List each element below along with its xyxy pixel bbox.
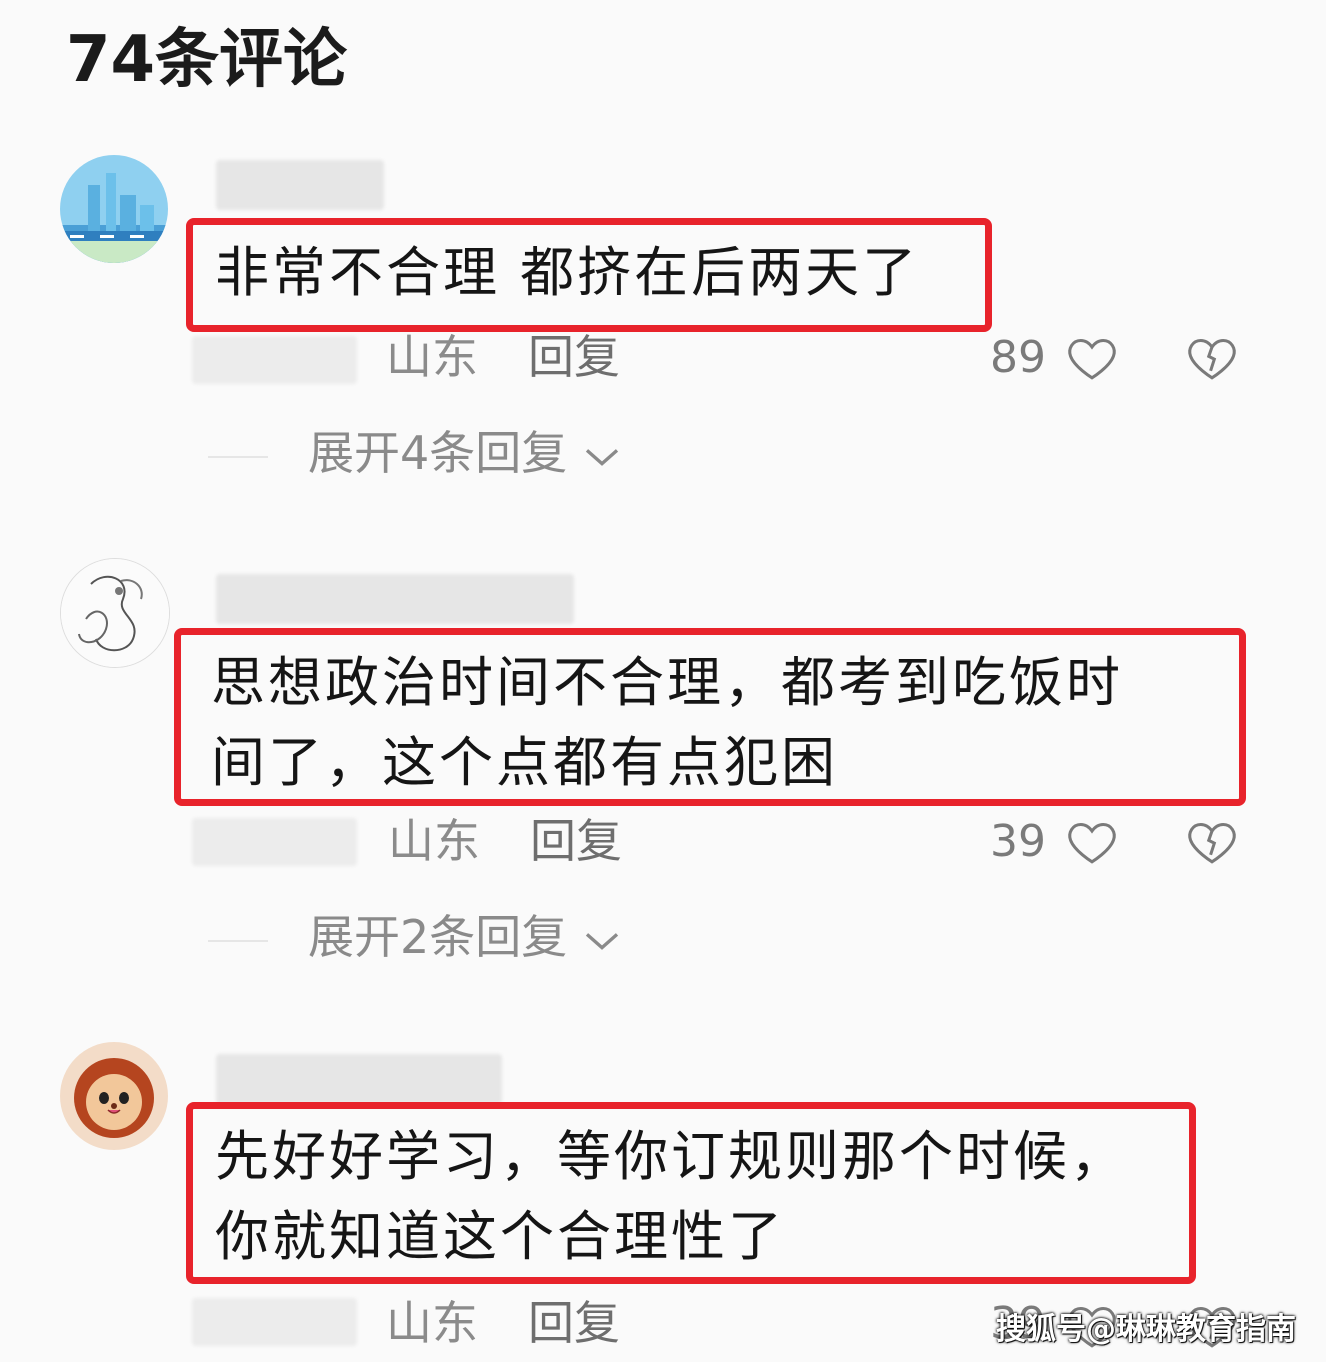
avatar[interactable] xyxy=(60,558,170,668)
divider xyxy=(208,940,268,942)
expand-replies-button[interactable]: 展开2条回复 xyxy=(308,914,622,960)
timestamp-blurred xyxy=(192,818,357,866)
reply-button[interactable]: 回复 xyxy=(530,818,622,864)
avatar[interactable] xyxy=(60,155,168,263)
chevron-down-icon xyxy=(585,932,619,950)
username-blurred[interactable] xyxy=(216,574,574,624)
comment-text-line: 先好好学习，等你订规则那个时候， xyxy=(215,1125,1127,1188)
heart-outline-icon[interactable] xyxy=(1064,330,1120,386)
chevron-down-icon xyxy=(585,448,619,466)
comment-location: 山东 xyxy=(386,1296,478,1350)
comment-text: 思想政治时间不合理，都考到吃饭时 间了，这个点都有点犯困 xyxy=(211,643,1221,803)
comment-text-line: 思想政治时间不合理，都考到吃饭时 xyxy=(211,651,1123,714)
broken-heart-icon[interactable] xyxy=(1184,814,1240,870)
comment-text-line: 非常不合理 都挤在后两天了 xyxy=(215,241,920,304)
comment-text: 先好好学习，等你订规则那个时候， 你就知道这个合理性了 xyxy=(215,1117,1171,1277)
comment-highlight-box: 思想政治时间不合理，都考到吃饭时 间了，这个点都有点犯困 xyxy=(174,628,1246,806)
avatar[interactable] xyxy=(60,1042,168,1150)
reply-button[interactable]: 回复 xyxy=(528,1300,620,1346)
comment-location: 山东 xyxy=(388,814,480,868)
comment-text-line: 间了，这个点都有点犯困 xyxy=(211,731,838,794)
expand-replies-button[interactable]: 展开4条回复 xyxy=(308,430,622,476)
timestamp-blurred xyxy=(192,1298,357,1346)
divider xyxy=(208,456,268,458)
comment-text: 非常不合理 都挤在后两天了 xyxy=(215,233,967,313)
reply-button[interactable]: 回复 xyxy=(528,334,620,380)
broken-heart-icon[interactable] xyxy=(1184,330,1240,386)
expand-replies-label: 展开2条回复 xyxy=(308,910,568,964)
like-count: 39 xyxy=(990,816,1046,867)
watermark: 搜狐号@琳琳教育指南 xyxy=(996,1312,1296,1347)
comment-text-line: 你就知道这个合理性了 xyxy=(215,1205,785,1268)
like-count: 89 xyxy=(990,332,1046,383)
timestamp-blurred xyxy=(192,336,357,384)
comment-highlight-box: 非常不合理 都挤在后两天了 xyxy=(186,218,992,332)
comment-location: 山东 xyxy=(386,330,478,384)
username-blurred[interactable] xyxy=(216,160,384,210)
heart-outline-icon[interactable] xyxy=(1064,814,1120,870)
comment-highlight-box: 先好好学习，等你订规则那个时候， 你就知道这个合理性了 xyxy=(186,1102,1196,1284)
username-blurred[interactable] xyxy=(216,1054,502,1104)
expand-replies-label: 展开4条回复 xyxy=(308,426,568,480)
comments-count-title: 74条评论 xyxy=(66,23,348,97)
